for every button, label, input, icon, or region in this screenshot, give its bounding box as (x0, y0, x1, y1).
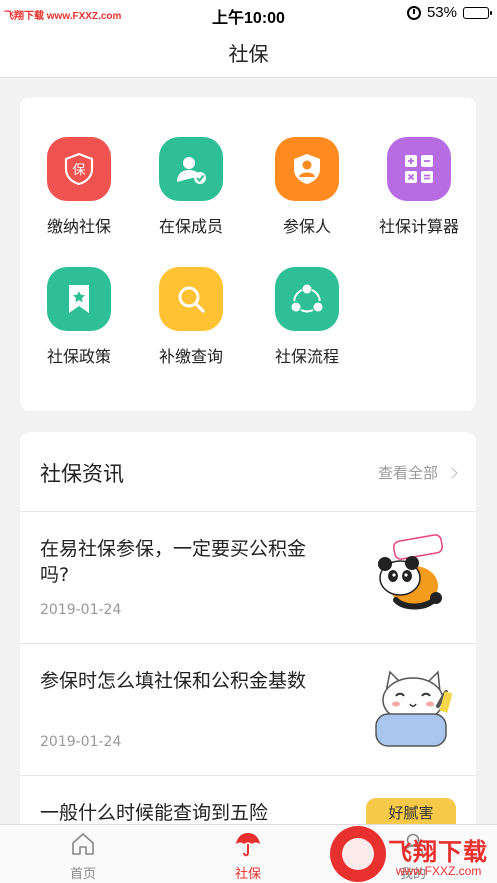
status-right: 53% (406, 4, 492, 21)
grid-item-process[interactable]: 社保流程 (248, 267, 366, 387)
news-item-title: 在易社保参保，一定要买公积金吗? (40, 538, 307, 586)
grid-item-back-payment-query[interactable]: 补缴查询 (132, 267, 250, 387)
shield-bao-icon: 保 (47, 137, 111, 201)
sticker-text: 好腻害 (388, 804, 433, 822)
news-item[interactable]: 参保时怎么填社保和公积金基数 2019-01-24 (20, 644, 476, 776)
grid-label: 社保政策 (46, 347, 111, 366)
watermark-logo (330, 826, 386, 882)
chevron-right-icon (446, 466, 458, 479)
user-check-icon (159, 137, 223, 201)
grid-label: 补缴查询 (158, 347, 223, 366)
status-bar: 飞翔下载 www.FXXZ.com 上午10:00 53% (0, 0, 497, 27)
page-title: 社保 (228, 42, 269, 66)
grid-item-pay-insurance[interactable]: 保 缴纳社保 (20, 137, 138, 257)
tab-social-insurance[interactable]: 社保 (198, 825, 298, 883)
grid-label: 社保流程 (274, 347, 339, 366)
tab-home[interactable]: 首页 (33, 825, 133, 883)
home-icon (72, 833, 94, 855)
cat-pillow-sticker-image (375, 670, 453, 747)
battery-icon (463, 6, 492, 19)
news-item[interactable]: 在易社保参保，一定要买公积金吗? 2019-01-24 (20, 512, 476, 644)
umbrella-icon (236, 833, 260, 857)
bookmark-star-icon (47, 267, 111, 331)
grid-item-members[interactable]: 在保成员 (132, 137, 250, 257)
grid-label: 参保人 (282, 217, 331, 236)
service-grid: 保 缴纳社保 在保成员 参保人 社保计算器 社保政策 补缴查询 社保流程 (20, 97, 476, 411)
view-all-link[interactable]: 查看全部 (377, 462, 458, 483)
news-item-title: 参保时怎么填社保和公积金基数 (40, 670, 307, 692)
search-icon (159, 267, 223, 331)
view-all-label: 查看全部 (377, 464, 438, 482)
tab-label: 首页 (69, 867, 96, 882)
grid-item-insured-person[interactable]: 参保人 (248, 137, 366, 257)
news-header: 社保资讯 查看全部 (20, 432, 476, 512)
watermark-overlay: 飞翔下载 www.FXXZ.com (330, 826, 497, 883)
watermark-url: www.FXXZ.com (396, 864, 482, 878)
watermark-text: 飞翔下载 (388, 838, 488, 866)
panda-sticker-image (378, 534, 443, 610)
grid-label: 社保计算器 (378, 217, 459, 236)
user-shield-icon (275, 137, 339, 201)
news-item-date: 2019-01-24 (40, 734, 122, 750)
grid-label: 在保成员 (158, 217, 223, 236)
news-item-title: 一般什么时候能查询到五险 (40, 802, 269, 824)
news-section: 社保资讯 查看全部 在易社保参保，一定要买公积金吗? 2019-01-24 参保… (20, 432, 476, 852)
grid-item-calculator[interactable]: 社保计算器 (360, 137, 478, 257)
alarm-icon (406, 5, 421, 20)
share-nodes-icon (275, 267, 339, 331)
news-item-date: 2019-01-24 (40, 602, 122, 618)
battery-percent: 53% (426, 4, 457, 21)
grid-item-policy[interactable]: 社保政策 (20, 267, 138, 387)
svg-text:保: 保 (72, 163, 85, 178)
calculator-icon (387, 137, 451, 201)
nav-bar: 社保 (0, 26, 497, 78)
grid-label: 缴纳社保 (46, 217, 111, 236)
news-section-title: 社保资讯 (40, 462, 124, 486)
tab-label: 社保 (234, 867, 261, 882)
